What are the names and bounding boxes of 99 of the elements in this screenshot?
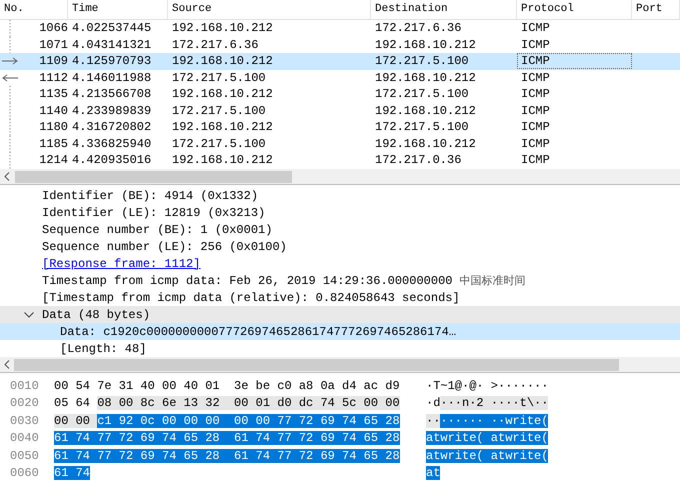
- chevron-icon[interactable]: [24, 312, 34, 318]
- table-cell-text: 1140: [38, 104, 68, 118]
- table-cell-text: 4.125970793: [71, 54, 152, 68]
- table-cell-text: 172.217.5.100: [374, 54, 470, 68]
- detail-line[interactable]: [Length: 48]: [60, 342, 146, 356]
- table-cell-text: 172.217.6.36: [374, 21, 462, 36]
- scroll-thumb[interactable]: [15, 170, 292, 182]
- table-cell-text: 1214: [38, 153, 68, 168]
- table-cell-text: 192.168.10.212: [374, 38, 477, 52]
- table-cell-text: ICMP: [520, 136, 551, 152]
- scroll-thumb[interactable]: [14, 358, 619, 370]
- table-cell-text: 192.168.10.212: [171, 21, 274, 36]
- horizontal-scrollbar[interactable]: [0, 357, 680, 372]
- hex-bytes[interactable]: 61 74: [54, 466, 90, 480]
- packet-row[interactable]: 1214 4.420935016 192.168.10.212 172.217.0.36 ICMP: [0, 152, 680, 168]
- table-cell-text: 1185: [38, 136, 68, 151]
- column-header[interactable]: Port: [632, 0, 680, 19]
- ascii-text[interactable]: at: [426, 466, 440, 480]
- offset-label: 0050: [9, 448, 40, 463]
- column-header[interactable]: Protocol: [517, 0, 632, 19]
- detail-line[interactable]: Sequence number (BE): 1 (0x0001): [42, 222, 272, 236]
- ascii-text[interactable]: atwrite( atwrite(: [426, 448, 548, 463]
- table-cell: ICMP: [517, 53, 632, 70]
- table-cell-text: 1109: [38, 54, 68, 68]
- hex-bytes[interactable]: 61 74 77 72 69 74 65 28 61 74 77 72 69 74 65 28: [54, 448, 400, 463]
- detail-line[interactable]: Identifier (LE): 12819 (0x3213): [42, 206, 266, 220]
- offset-label: 0020: [9, 396, 40, 410]
- table-cell-text: ICMP: [520, 86, 551, 102]
- timezone-label: 中国标准时间: [459, 273, 526, 288]
- table-cell-text: 1180: [38, 120, 68, 134]
- table-cell-text: 4.316720802: [71, 120, 152, 134]
- packet-row[interactable]: 1135 4.213566708 192.168.10.212 172.217.5.100 ICMP: [0, 86, 680, 102]
- packet-row[interactable]: 1180 4.316720802 192.168.10.212 172.217.5.100 ICMP: [0, 119, 680, 136]
- column-header[interactable]: No.: [0, 0, 68, 19]
- table-cell-text: 1066: [38, 21, 68, 36]
- table-cell-text: 192.168.10.212: [374, 136, 477, 151]
- detail-line[interactable]: Timestamp from icmp data: Feb 26, 2019 14:29:36.000000000: [42, 274, 452, 288]
- hex-bytes[interactable]: c1 92 0c 00 00 00 00 00 77 72 69 74 65 28: [97, 414, 400, 428]
- table-cell-text: 4.233989839: [71, 104, 152, 118]
- table-cell-text: 4.213566708: [71, 87, 152, 102]
- column-header[interactable]: Source: [168, 0, 371, 19]
- detail-line[interactable]: Data (48 bytes): [42, 308, 150, 322]
- ascii-text[interactable]: ··: [426, 414, 440, 428]
- table-cell-text: 1112: [38, 70, 68, 85]
- table-cell-text: 172.217.5.100: [374, 120, 470, 134]
- table-cell-text: 172.217.6.36: [171, 38, 260, 52]
- scroll-left-icon[interactable]: [4, 360, 10, 369]
- table-cell-text: 4.146011988: [71, 70, 152, 85]
- detail-line[interactable]: Identifier (BE): 4914 (0x1332): [42, 188, 258, 202]
- table-cell-text: 192.168.10.212: [171, 153, 274, 168]
- offset-label: 0010: [9, 378, 40, 393]
- table-cell-text: 4.043141321: [71, 38, 152, 52]
- table-cell-text: 172.217.5.100: [171, 104, 267, 118]
- table-cell-text: 4.022537445: [71, 21, 152, 36]
- detail-line[interactable]: Sequence number (LE): 256 (0x0100): [42, 240, 287, 254]
- table-cell-text: 192.168.10.212: [171, 87, 274, 102]
- table-cell-text: ICMP: [520, 119, 551, 136]
- ascii-text[interactable]: ······ ··write(: [440, 414, 548, 428]
- hex-bytes[interactable]: 05 64: [54, 396, 98, 410]
- horizontal-scrollbar[interactable]: [0, 169, 680, 184]
- column-header[interactable]: Time: [68, 0, 168, 19]
- table-cell-text: 172.217.5.100: [171, 136, 267, 151]
- table-cell-text: 192.168.10.212: [374, 70, 477, 85]
- column-header[interactable]: Destination: [371, 0, 517, 19]
- offset-label: 0060: [9, 466, 40, 480]
- table-cell-text: ICMP: [520, 70, 551, 86]
- hex-bytes[interactable]: 00 54 7e 31 40 00 40 01 3e be c0 a8 0a d4 ac d9: [54, 378, 400, 393]
- packet-row[interactable]: 1071 4.043141321 172.217.6.36 192.168.10.212 ICMP: [0, 36, 680, 53]
- offset-label: 0030: [9, 414, 40, 428]
- packet-row[interactable]: 1185 4.336825940 172.217.5.100 192.168.10.212 ICMP: [0, 136, 680, 152]
- table-cell-text: 4.420935016: [71, 153, 152, 168]
- ascii-text[interactable]: ·T~1@·@· >·······: [426, 378, 548, 393]
- scroll-left-icon[interactable]: [4, 172, 10, 181]
- ascii-text[interactable]: ···n·2 ····t\··: [440, 396, 548, 410]
- table-cell-text: 172.217.0.36: [374, 153, 462, 168]
- table-cell-text: 1135: [38, 87, 68, 102]
- table-cell-text: 1071: [38, 38, 68, 52]
- table-cell-text: ICMP: [520, 102, 551, 119]
- hex-bytes[interactable]: 61 74 77 72 69 74 65 28 61 74 77 72 69 74 65 28: [54, 431, 400, 446]
- table-cell-text: ICMP: [520, 20, 551, 36]
- table-cell-text: 172.217.5.100: [374, 87, 470, 102]
- packet-row[interactable]: 1140 4.233989839 172.217.5.100 192.168.10.212 ICMP: [0, 102, 680, 119]
- detail-line[interactable]: [Timestamp from icmp data (relative): 0.824058643 seconds]: [42, 290, 460, 304]
- ascii-text[interactable]: atwrite( atwrite(: [426, 431, 548, 446]
- packet-row[interactable]: 1066 4.022537445 192.168.10.212 172.217.6.36 ICMP: [0, 20, 680, 36]
- table-cell-text: 192.168.10.212: [374, 104, 477, 118]
- table-cell-text: ICMP: [520, 36, 551, 53]
- table-cell-text: ICMP: [520, 152, 551, 168]
- hex-bytes[interactable]: 00 00: [54, 414, 98, 428]
- table-cell-text: 4.336825940: [71, 136, 152, 151]
- hex-bytes[interactable]: 08 00 8c 6e 13 32 00 01 d0 dc 74 5c 00 00: [97, 396, 400, 410]
- table-cell-text: 192.168.10.212: [171, 54, 274, 68]
- packet-row[interactable]: 1109 4.125970793 192.168.10.212 172.217.5.100 ICMP: [0, 53, 680, 70]
- ascii-text[interactable]: ·d: [426, 396, 440, 410]
- packet-row[interactable]: 1112 4.146011988 172.217.5.100 192.168.10.212 ICMP: [0, 70, 680, 86]
- table-cell-text: 192.168.10.212: [171, 120, 274, 134]
- response-frame-link[interactable]: [Response frame: 1112]: [42, 256, 200, 270]
- offset-label: 0040: [9, 431, 40, 446]
- table-cell-text: 172.217.5.100: [171, 70, 267, 85]
